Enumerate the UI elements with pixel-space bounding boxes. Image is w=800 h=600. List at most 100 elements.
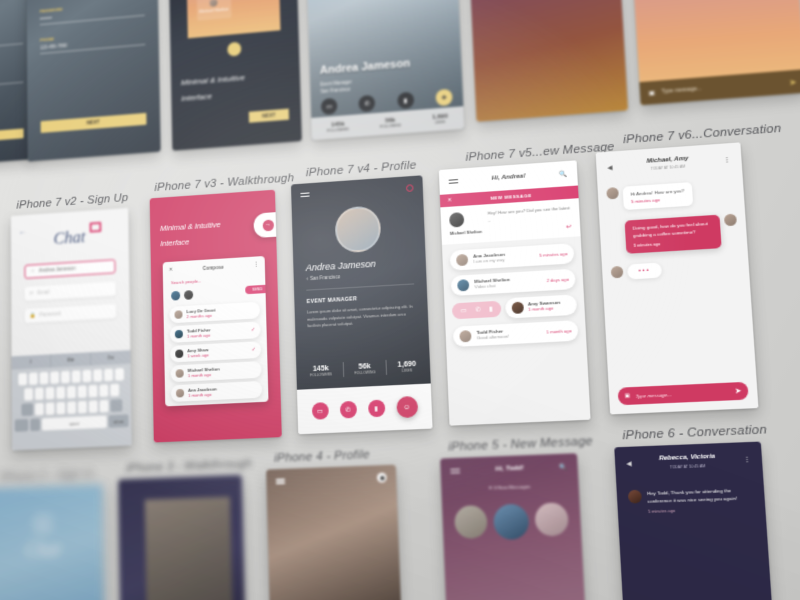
- new-message-card[interactable]: Michael Shelton Hey! How are you? Did yo…: [440, 198, 580, 244]
- artboard-iphone2-sign-in[interactable]: Chat: [0, 484, 104, 600]
- check-icon: ✓: [252, 347, 256, 353]
- add-user-icon[interactable]: ✚: [435, 89, 452, 107]
- artboard-canvas: Sign Up NAME Andrea Jameson EMAIL andrea…: [0, 0, 800, 600]
- profile-avatar: [335, 205, 382, 253]
- home-button-icon[interactable]: [227, 42, 241, 57]
- next-button[interactable]: NEXT: [41, 113, 147, 133]
- close-icon[interactable]: ✕: [169, 267, 173, 273]
- more-vertical-icon[interactable]: ⋮: [254, 261, 259, 267]
- chat-row[interactable]: Michael Shelton Video chat 2 days ago: [451, 268, 576, 295]
- compose-card[interactable]: ✕ Compose ⋮ Search people... SEND Lucy D…: [163, 256, 269, 406]
- send-icon[interactable]: ➤: [789, 77, 797, 87]
- sender-name: Michael Shelton: [450, 229, 482, 236]
- walkthrough-headline-2: Interface: [160, 237, 189, 248]
- video-icon[interactable]: ▮: [397, 92, 414, 110]
- keyboard-row-3[interactable]: [15, 399, 129, 417]
- lock-icon: 🔒: [30, 313, 36, 319]
- artboard-iphone7-v2-sign-up[interactable]: ← Chat ☺ Andrea Jameson ✉ Email 🔒 Passwo…: [11, 208, 132, 451]
- composer[interactable]: ▣ Type message... ➤: [618, 382, 749, 405]
- message-icon[interactable]: ▭: [321, 98, 338, 115]
- message-icon[interactable]: ▭: [311, 402, 328, 420]
- back-arrow-icon[interactable]: ◀: [607, 164, 612, 172]
- person-row[interactable]: Lucy De Groot 2 months ago: [169, 302, 260, 324]
- video-icon[interactable]: ▮: [368, 400, 385, 418]
- add-user-icon[interactable]: ☺: [396, 396, 418, 418]
- person-row[interactable]: Michael Shelton 1 month ago: [170, 361, 261, 382]
- on-screen-keyboard[interactable]: I the I'm space return: [11, 350, 131, 450]
- artboard-recent-chats[interactable]: RECENT CHATS Ana Jacobson I am on my way…: [465, 0, 628, 122]
- artboard-iphone4-profile[interactable]: [266, 465, 401, 600]
- chat-row[interactable]: Amy Swanson 1 month ago: [505, 294, 577, 318]
- avatar[interactable]: [534, 502, 569, 536]
- stat-label: FOLLOWERS: [327, 127, 349, 133]
- artboard-iphone6-conversation[interactable]: ◀ Rebecca, Victoria TODAY AT 10:45 AM ⋮ …: [614, 442, 772, 600]
- composer-placeholder[interactable]: Type message...: [635, 389, 729, 399]
- person-tile[interactable]: Michael Shelton: [197, 0, 231, 21]
- artboard-iphone3-walkthrough[interactable]: [118, 475, 245, 600]
- phone-icon[interactable]: ✆: [359, 95, 376, 112]
- hamburger-icon[interactable]: [300, 190, 309, 199]
- artboard-iphone5-new-message[interactable]: Hi, Todd! 🔍 ✉ 3 New Messages: [440, 453, 585, 600]
- record-icon[interactable]: [377, 473, 387, 483]
- camera-icon[interactable]: ▣: [625, 393, 631, 400]
- artboard-iphone7-v5-new-message[interactable]: Hi, Andrea! 🔍 ✕ NEW MESSAGE Michael Shel…: [439, 160, 591, 425]
- video-icon[interactable]: ▮: [489, 305, 493, 313]
- name-input[interactable]: ☺ Andrea Jameson: [24, 259, 115, 279]
- search-icon[interactable]: 🔍: [559, 170, 567, 178]
- artboard-iphone7-v6-conversation[interactable]: ◀ Michael, Amy TODAY AT 10:45 AM ⋮ Hi An…: [596, 142, 759, 414]
- artboard-iphone7-v4-profile[interactable]: Andrea Jameson ⌖ San Francisco EVENT MAN…: [291, 175, 433, 434]
- keyboard-row-1[interactable]: [14, 368, 127, 386]
- chat-time: 1 month ago: [546, 328, 572, 335]
- profile-bio: Lorem ipsum dolor sit amet, consectetur …: [307, 304, 416, 330]
- suggestion-2[interactable]: the: [51, 352, 91, 367]
- message-icon[interactable]: ▭: [460, 306, 466, 314]
- greeting: Hi, Todd!: [495, 465, 523, 473]
- keyboard-row-2[interactable]: [15, 383, 129, 401]
- more-vertical-icon[interactable]: ⋮: [743, 455, 750, 463]
- send-button[interactable]: SEND: [245, 285, 268, 295]
- avatar[interactable]: [171, 291, 180, 301]
- hamburger-icon[interactable]: [449, 177, 459, 186]
- hamburger-icon[interactable]: [276, 477, 286, 486]
- keyboard-row-4[interactable]: space return: [15, 414, 129, 431]
- phone-icon[interactable]: ✆: [475, 306, 481, 314]
- phone-icon[interactable]: ✆: [339, 401, 356, 419]
- more-vertical-icon[interactable]: ⋮: [723, 155, 730, 163]
- email-input[interactable]: ✉ Email: [25, 281, 116, 301]
- artboard-conversation-gradient[interactable]: Doing good, how do you feel about grabbi…: [625, 0, 800, 105]
- record-icon[interactable]: [406, 184, 414, 192]
- avatar[interactable]: [493, 504, 530, 540]
- suggestion-1[interactable]: I: [11, 354, 51, 369]
- artboard-label-v5-new-message: iPhone 7 v5...ew Message: [465, 141, 615, 164]
- back-arrow-icon[interactable]: ←: [18, 227, 26, 236]
- stat-value: 56k: [354, 362, 376, 370]
- next-arrow-button[interactable]: →: [253, 212, 281, 238]
- keyboard-return-key[interactable]: return: [109, 414, 129, 427]
- avatar[interactable]: [454, 505, 488, 539]
- avatar[interactable]: [184, 290, 193, 300]
- hamburger-icon[interactable]: [450, 467, 460, 476]
- reply-icon[interactable]: ↩: [488, 223, 571, 236]
- quick-actions[interactable]: ▭ ✆ ▮: [452, 300, 502, 319]
- stat-value: 1,690: [397, 360, 416, 368]
- artboard-walkthrough-dark[interactable]: ✕ Compose ⋮ Search people... Lucy De Gro…: [168, 0, 302, 151]
- camera-icon[interactable]: ▣: [649, 89, 656, 97]
- person-row[interactable]: Ana Jacobson 1 month ago: [171, 381, 262, 402]
- send-icon[interactable]: ➤: [734, 387, 741, 396]
- person-row[interactable]: Todd Fisher 1 month ago ✓: [170, 321, 261, 342]
- artboard-profile-photo[interactable]: Andrea Jameson Event Manager San Francis…: [304, 0, 464, 140]
- keyboard-space-key[interactable]: space: [42, 415, 107, 430]
- search-icon[interactable]: 🔍: [559, 463, 568, 471]
- artboard-sign-up-dark[interactable]: Sign Up NAME Andrea Jameson EMAIL andrea…: [26, 0, 161, 161]
- next-button[interactable]: NEXT: [249, 109, 289, 123]
- artboard-iphone7-v3-walkthrough[interactable]: Minimal & Intuitive Interface → ✕ Compos…: [150, 190, 282, 443]
- chat-row[interactable]: Todd Fisher Good afternoon! 1 month ago: [453, 320, 579, 347]
- composer-placeholder[interactable]: Type message...: [661, 79, 782, 95]
- suggestion-3[interactable]: I'm: [91, 350, 131, 365]
- bell-icon: ✉: [488, 485, 492, 491]
- password-input[interactable]: 🔒 Password: [25, 304, 116, 323]
- person-row[interactable]: Amy Shaw 1 week ago ✓: [170, 341, 261, 362]
- chat-row[interactable]: Ana Jacobson I am on my way 5 minutes ag…: [450, 243, 575, 271]
- back-arrow-icon[interactable]: ◀: [626, 460, 632, 468]
- chat-row[interactable]: Todd Fisher Good Afternoon! 1 month ago: [481, 0, 611, 4]
